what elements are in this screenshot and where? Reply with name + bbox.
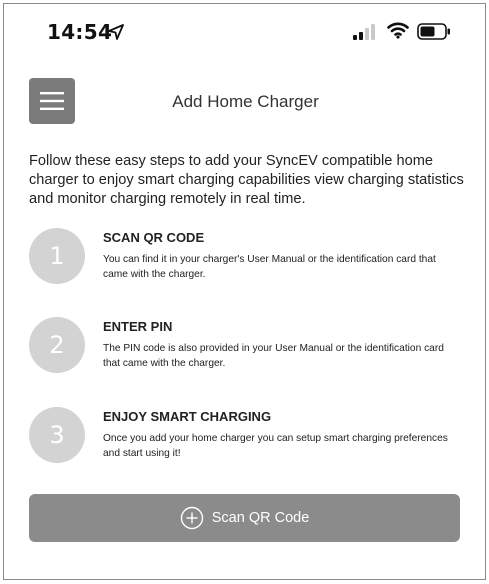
- status-time: 14:54: [47, 20, 113, 44]
- location-arrow-icon: [108, 24, 124, 40]
- step-title: ENTER PIN: [103, 319, 173, 334]
- step-enjoy-smart-charging: 3 ENJOY SMART CHARGING Once you add your…: [29, 407, 469, 467]
- scan-qr-code-button[interactable]: Scan QR Code: [29, 494, 460, 542]
- step-title: SCAN QR CODE: [103, 230, 205, 245]
- step-scan-qr: 1 SCAN QR CODE You can find it in your c…: [29, 228, 469, 288]
- battery-icon: [417, 23, 450, 40]
- plus-circle-icon: [180, 506, 203, 530]
- scan-qr-code-label: Scan QR Code: [211, 510, 310, 526]
- step-number-badge: 3: [29, 407, 85, 463]
- step-enter-pin: 2 ENTER PIN The PIN code is also provide…: [29, 317, 469, 377]
- step-number-badge: 1: [29, 228, 85, 284]
- phone-screen: 14:54 Add Home Charger Follow these easy…: [3, 3, 486, 580]
- page-title: Add Home Charger: [172, 92, 319, 111]
- wifi-icon: [387, 22, 409, 39]
- step-number-badge: 2: [29, 317, 85, 373]
- step-title: ENJOY SMART CHARGING: [103, 409, 272, 424]
- step-description: You can find it in your charger's User M…: [103, 254, 436, 280]
- step-description: Once you add your home charger you can s…: [103, 433, 448, 459]
- intro-text: Follow these easy steps to add your Sync…: [29, 153, 464, 207]
- step-description: The PIN code is also provided in your Us…: [103, 343, 444, 369]
- cellular-signal-icon: [353, 24, 375, 40]
